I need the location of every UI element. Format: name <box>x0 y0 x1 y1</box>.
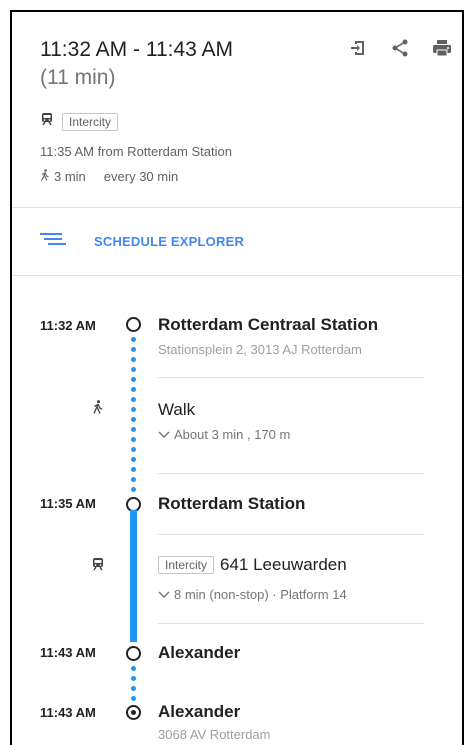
route-dot <box>131 427 136 432</box>
walk-frequency-row: 3 min every 30 min <box>40 169 178 184</box>
alight-time: 11:43 AM <box>40 645 96 660</box>
route-dot <box>131 437 136 442</box>
route-dot <box>131 487 136 492</box>
chevron-down-icon <box>158 427 170 442</box>
end-time: 11:43 AM <box>40 705 96 720</box>
separator <box>158 377 424 378</box>
route-dot <box>131 666 136 671</box>
start-station-address: Stationsplein 2, 3013 AJ Rotterdam <box>158 342 362 357</box>
route-dot <box>131 337 136 342</box>
route-dot <box>131 417 136 422</box>
route-dot <box>131 477 136 482</box>
trip-summary: 11:32 AM - 11:43 AM (11 min) Intercity 1… <box>12 12 462 207</box>
share-icon[interactable] <box>390 38 410 58</box>
route-dot <box>131 696 136 701</box>
route-dot <box>131 347 136 352</box>
destination-marker <box>126 705 141 720</box>
trip-actions <box>348 38 452 58</box>
route-line <box>130 510 137 642</box>
route-dot <box>131 407 136 412</box>
walk-step-icon <box>88 400 108 419</box>
walk-step-label: Walk <box>158 400 196 419</box>
schedule-explorer-icon <box>40 232 68 251</box>
frequency: every 30 min <box>103 169 179 184</box>
alight-stop-marker <box>126 646 141 661</box>
ride-detail[interactable]: 8 min (non-stop) · Platform 14 <box>158 587 347 602</box>
start-stop-marker <box>126 317 141 332</box>
divider <box>12 275 462 276</box>
route-dot <box>131 467 136 472</box>
divider <box>12 207 462 208</box>
schedule-explorer-label: SCHEDULE EXPLORER <box>94 234 245 249</box>
walk-icon <box>40 169 50 184</box>
separator <box>158 534 424 535</box>
chevron-down-icon <box>158 587 170 602</box>
board-time: 11:35 AM <box>40 496 96 511</box>
route-dot <box>131 686 136 691</box>
start-time: 11:32 AM <box>40 318 96 333</box>
walk-time: 3 min <box>54 169 86 184</box>
mode-row: Intercity <box>40 112 119 131</box>
ride-mode-badge: Intercity <box>158 556 215 574</box>
train-icon <box>40 112 54 131</box>
route-dot <box>131 676 136 681</box>
route-dot <box>131 377 136 382</box>
walk-step-detail[interactable]: About 3 min , 170 m <box>158 427 290 442</box>
train-step-icon <box>88 557 108 576</box>
route-dot <box>131 367 136 372</box>
start-station-name[interactable]: Rotterdam Centraal Station <box>158 315 378 335</box>
send-to-device-icon[interactable] <box>348 38 368 58</box>
separator <box>158 473 424 474</box>
route-dot <box>131 457 136 462</box>
trip-time-range: 11:32 AM - 11:43 AM <box>40 38 233 61</box>
departure-info: 11:35 AM from Rotterdam Station <box>40 144 232 159</box>
schedule-explorer-button[interactable]: SCHEDULE EXPLORER <box>40 232 244 251</box>
mode-badge: Intercity <box>62 112 119 131</box>
route-dot <box>131 387 136 392</box>
separator <box>158 623 424 624</box>
end-station-address: 3068 AV Rotterdam <box>158 727 271 742</box>
print-icon[interactable] <box>432 38 452 58</box>
route-dot <box>131 447 136 452</box>
route-dot <box>131 397 136 402</box>
alight-station-name[interactable]: Alexander <box>158 643 240 663</box>
route-dot <box>131 357 136 362</box>
transit-line: Intercity 641 Leeuwarden <box>158 555 347 575</box>
ride-line-name: 641 Leeuwarden <box>220 555 347 574</box>
end-station-name[interactable]: Alexander <box>158 702 240 722</box>
trip-duration: (11 min) <box>40 66 116 89</box>
board-station-name[interactable]: Rotterdam Station <box>158 494 305 514</box>
directions-panel: 11:32 AM - 11:43 AM (11 min) Intercity 1… <box>10 10 464 745</box>
